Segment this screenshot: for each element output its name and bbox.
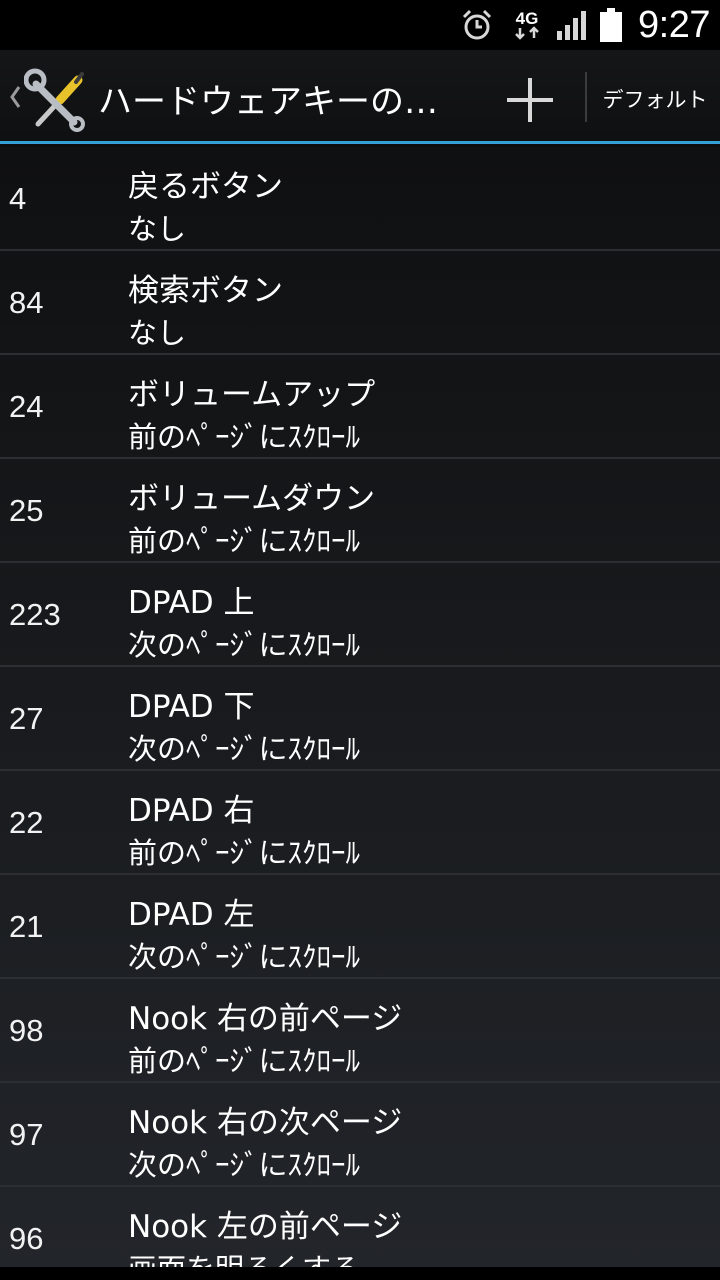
default-button[interactable]: デフォルト — [596, 80, 714, 120]
key-action: 画面を明るくする — [128, 1249, 360, 1267]
add-button[interactable] — [500, 72, 560, 128]
action-bar-divider — [585, 72, 587, 122]
key-name: DPAD 右 — [128, 793, 255, 829]
list-item[interactable]: 84 検索ボタン なし — [0, 251, 720, 355]
key-name: ボリュームダウン — [128, 481, 376, 517]
list-item[interactable]: 22 DPAD 右 前のﾍﾟｰｼﾞにｽｸﾛｰﾙ — [0, 771, 720, 875]
key-action: 前のﾍﾟｰｼﾞにｽｸﾛｰﾙ — [128, 524, 361, 558]
key-code: 96 — [9, 1221, 44, 1256]
key-action: なし — [128, 316, 187, 350]
key-code: 4 — [9, 181, 27, 216]
key-name: 戻るボタン — [128, 169, 283, 205]
list-item[interactable]: 25 ボリュームダウン 前のﾍﾟｰｼﾞにｽｸﾛｰﾙ — [0, 459, 720, 563]
battery-icon — [600, 8, 623, 42]
key-code: 21 — [9, 909, 44, 944]
key-mapping-list: 4 戻るボタン なし 84 検索ボタン なし 24 ボリュームアップ 前のﾍﾟｰ… — [0, 147, 720, 1267]
key-action: 前のﾍﾟｰｼﾞにｽｸﾛｰﾙ — [128, 1044, 361, 1078]
key-code: 84 — [9, 285, 44, 320]
signal-icon — [557, 11, 587, 40]
key-action: 次のﾍﾟｰｼﾞにｽｸﾛｰﾙ — [128, 628, 361, 662]
key-name: ボリュームアップ — [128, 377, 376, 413]
alarm-icon — [462, 9, 492, 40]
list-item[interactable]: 24 ボリュームアップ 前のﾍﾟｰｼﾞにｽｸﾛｰﾙ — [0, 355, 720, 459]
key-name: Nook 左の前ページ — [128, 1209, 403, 1245]
status-bar: 4G 9:27 — [0, 0, 720, 50]
status-time: 9:27 — [638, 3, 710, 46]
key-code: 24 — [9, 389, 44, 424]
key-name: DPAD 上 — [128, 585, 255, 621]
status-icons: 4G 9:27 — [460, 0, 710, 50]
action-bar: ハードウェアキーの… デフォルト — [0, 50, 720, 144]
list-item[interactable]: 21 DPAD 左 次のﾍﾟｰｼﾞにｽｸﾛｰﾙ — [0, 875, 720, 979]
tools-app-icon[interactable] — [24, 66, 90, 132]
list-item[interactable]: 4 戻るボタン なし — [0, 147, 720, 251]
key-action: 次のﾍﾟｰｼﾞにｽｸﾛｰﾙ — [128, 1148, 361, 1182]
svg-text:4G: 4G — [516, 9, 539, 28]
key-action: なし — [128, 212, 187, 246]
key-code: 97 — [9, 1117, 44, 1152]
list-item[interactable]: 97 Nook 右の次ページ 次のﾍﾟｰｼﾞにｽｸﾛｰﾙ — [0, 1083, 720, 1187]
key-action: 次のﾍﾟｰｼﾞにｽｸﾛｰﾙ — [128, 732, 361, 766]
key-code: 223 — [9, 597, 61, 632]
key-action: 前のﾍﾟｰｼﾞにｽｸﾛｰﾙ — [128, 420, 361, 454]
list-item[interactable]: 223 DPAD 上 次のﾍﾟｰｼﾞにｽｸﾛｰﾙ — [0, 563, 720, 667]
key-code: 27 — [9, 701, 44, 736]
key-action: 次のﾍﾟｰｼﾞにｽｸﾛｰﾙ — [128, 940, 361, 974]
list-item[interactable]: 96 Nook 左の前ページ 画面を明るくする — [0, 1187, 720, 1267]
key-action: 前のﾍﾟｰｼﾞにｽｸﾛｰﾙ — [128, 836, 361, 870]
key-name: 検索ボタン — [128, 273, 283, 309]
key-name: DPAD 下 — [128, 689, 255, 725]
key-name: Nook 右の次ページ — [128, 1105, 403, 1141]
key-name: DPAD 左 — [128, 897, 255, 933]
4g-icon: 4G — [515, 9, 539, 40]
bottom-edge — [0, 1267, 720, 1280]
key-code: 25 — [9, 493, 44, 528]
key-name: Nook 右の前ページ — [128, 1001, 403, 1037]
up-caret-icon[interactable] — [8, 84, 22, 110]
page-title: ハードウェアキーの… — [98, 82, 438, 122]
list-item[interactable]: 98 Nook 右の前ページ 前のﾍﾟｰｼﾞにｽｸﾛｰﾙ — [0, 979, 720, 1083]
key-code: 98 — [9, 1013, 44, 1048]
key-code: 22 — [9, 805, 44, 840]
list-item[interactable]: 27 DPAD 下 次のﾍﾟｰｼﾞにｽｸﾛｰﾙ — [0, 667, 720, 771]
